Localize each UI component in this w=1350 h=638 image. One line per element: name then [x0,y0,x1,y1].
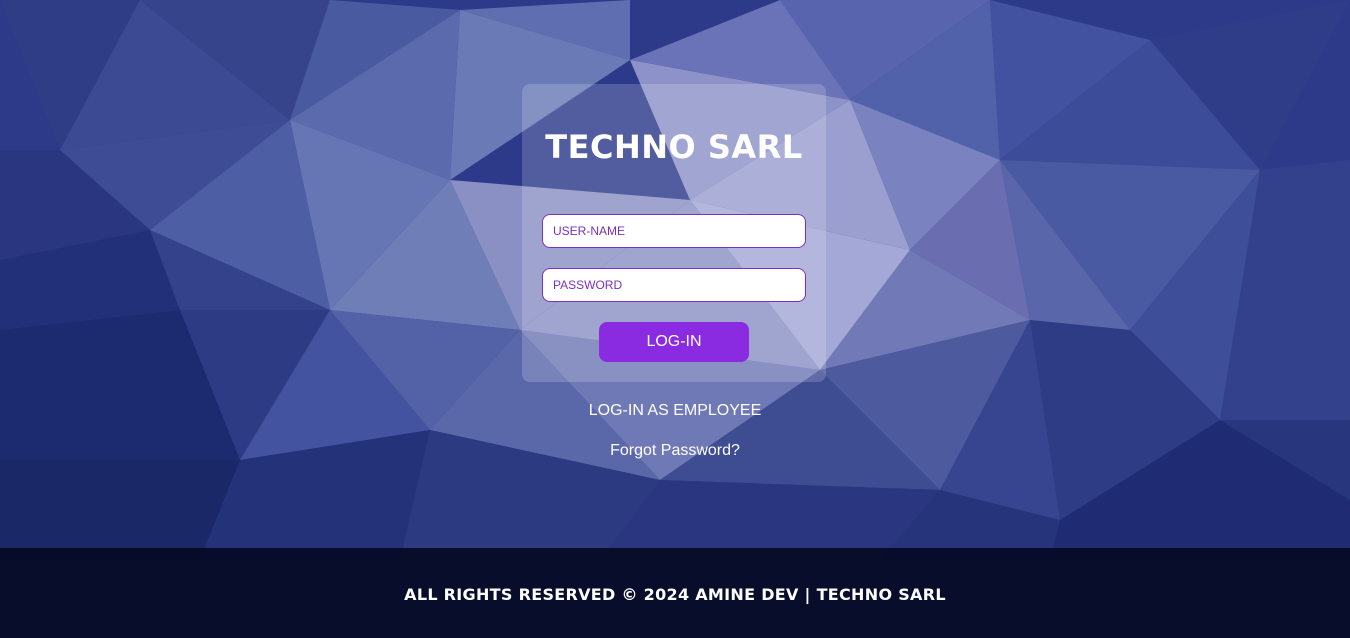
login-as-employee-link[interactable]: LOG-IN AS EMPLOYEE [0,402,1350,420]
login-card: TECHNO SARL LOG-IN [522,84,826,382]
app-title: TECHNO SARL [545,128,803,166]
footer: ALL RIGHTS RESERVED © 2024 AMINE DEV | T… [0,548,1350,638]
login-button[interactable]: LOG-IN [599,322,749,362]
forgot-password-link[interactable]: Forgot Password? [0,442,1350,460]
footer-copyright: ALL RIGHTS RESERVED © 2024 AMINE DEV | T… [404,585,946,604]
username-input[interactable] [542,214,806,248]
password-input[interactable] [542,268,806,302]
